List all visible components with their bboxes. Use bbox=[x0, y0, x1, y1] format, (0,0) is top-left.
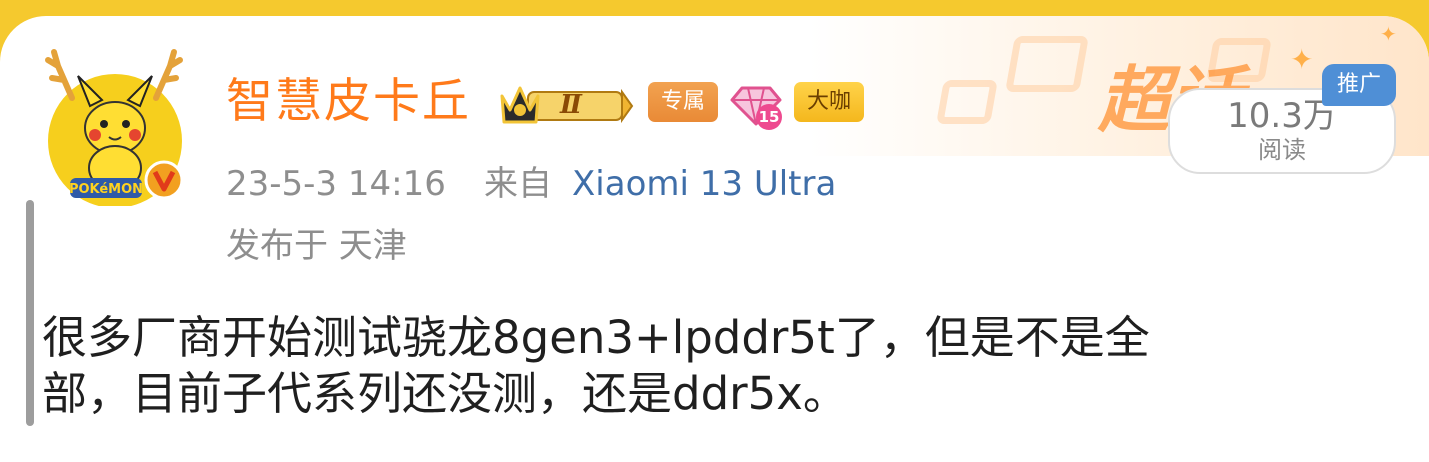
source-prefix: 来自 bbox=[484, 164, 552, 204]
svg-text:POKéMON: POKéMON bbox=[69, 182, 143, 197]
post-timestamp: 23-5-3 14:16 bbox=[226, 164, 446, 204]
crown-level-badge[interactable]: Ⅱ bbox=[498, 82, 634, 128]
diamond-level-number: 15 bbox=[756, 104, 782, 130]
sparkle-icon: ✦ bbox=[1290, 43, 1314, 76]
username[interactable]: 智慧皮卡丘 bbox=[226, 72, 471, 132]
crown-level-number: Ⅱ bbox=[560, 90, 582, 120]
post-content-line: 部，目前子代系列还没测，还是ddr5x。 bbox=[42, 367, 848, 420]
sparkle-icon: ✦ bbox=[1380, 22, 1397, 46]
daka-tag[interactable]: 大咖 bbox=[794, 82, 864, 122]
gem-decoration bbox=[936, 80, 998, 124]
device-link[interactable]: Xiaomi 13 Ultra bbox=[572, 162, 836, 206]
read-label: 阅读 bbox=[1258, 136, 1306, 164]
avatar[interactable]: POKéMON bbox=[40, 36, 190, 208]
scrollbar[interactable] bbox=[26, 200, 34, 426]
exclusive-tag[interactable]: 专属 bbox=[648, 82, 718, 122]
promo-badge[interactable]: 推广 bbox=[1322, 64, 1396, 106]
verified-v-icon bbox=[144, 160, 184, 200]
post-location: 发布于 天津 bbox=[226, 226, 407, 266]
gem-decoration bbox=[1005, 36, 1089, 92]
post-content[interactable]: 很多厂商开始测试骁龙8gen3+lpddr5t了，但是不是全 部，目前子代系列还… bbox=[42, 310, 1342, 422]
post-content-line: 很多厂商开始测试骁龙8gen3+lpddr5t了，但是不是全 bbox=[42, 311, 1150, 364]
